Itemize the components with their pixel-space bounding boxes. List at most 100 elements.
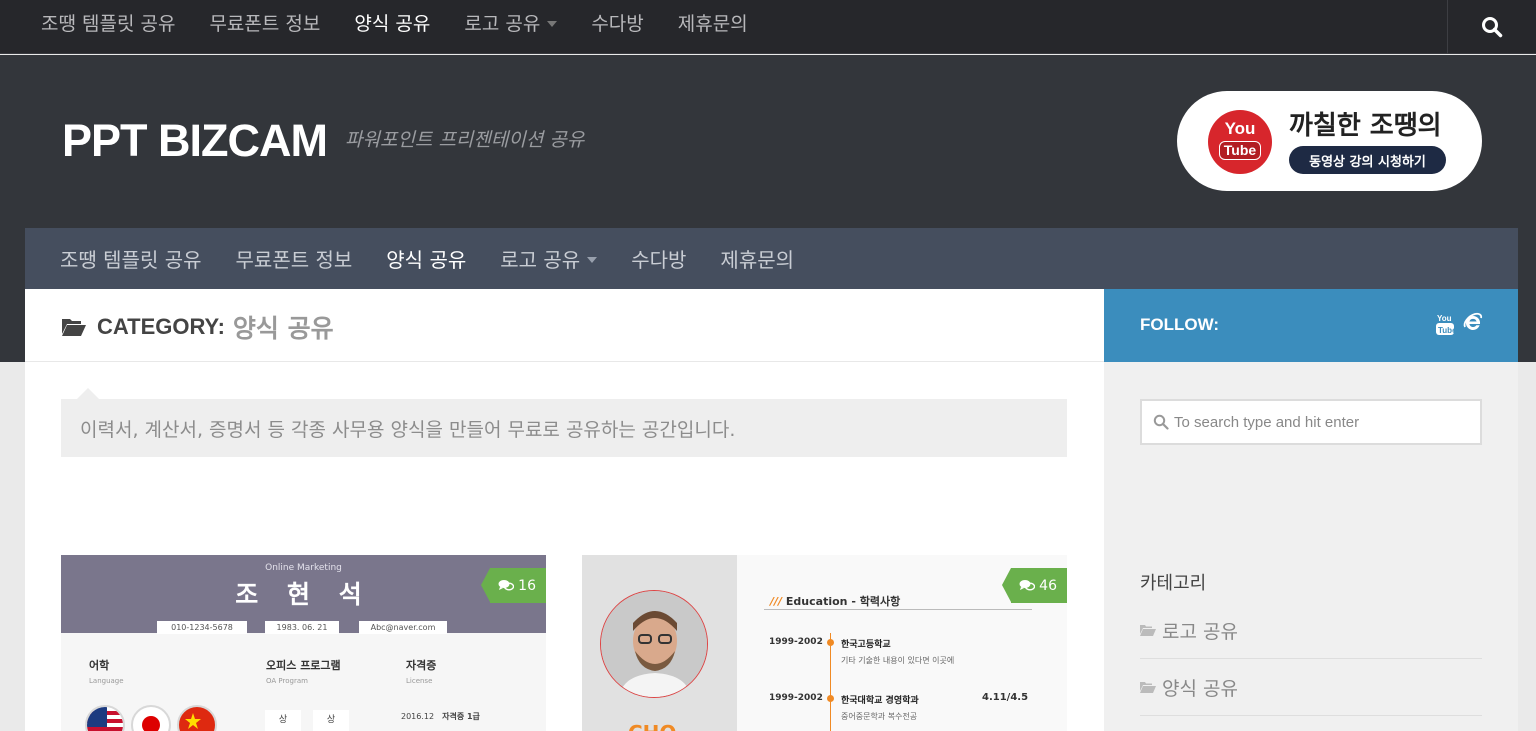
search-icon bbox=[1153, 414, 1169, 430]
resume-name: 조 현 석 bbox=[235, 580, 372, 609]
edu-title: 한국고등학교 bbox=[841, 640, 891, 650]
nav-label: 로고 공유 bbox=[500, 248, 581, 272]
heading-text: Education - 학력사항 bbox=[785, 595, 901, 608]
section-title: 자격증 bbox=[406, 659, 437, 672]
site-tagline: 파워포인트 프리젠테이션 공유 bbox=[345, 129, 585, 151]
folder-open-icon bbox=[1140, 682, 1156, 693]
search-toggle-button[interactable] bbox=[1447, 0, 1536, 54]
internet-explorer-icon[interactable] bbox=[1462, 312, 1484, 334]
section-title: 어학 bbox=[89, 659, 110, 672]
heading-prefix: /// bbox=[770, 595, 783, 608]
main-nav-item-template[interactable]: 조땡 템플릿 공유 bbox=[43, 244, 219, 273]
banner-title: 까칠한 조땡의 bbox=[1289, 111, 1442, 141]
main-nav-item-contact[interactable]: 제휴문의 bbox=[703, 244, 811, 273]
skill-level: 상 bbox=[265, 710, 301, 731]
description-notch bbox=[77, 388, 99, 399]
nav-label: 수다방 bbox=[591, 12, 644, 35]
resume-name: CHO bbox=[628, 721, 676, 731]
nav-label: 제휴문의 bbox=[720, 248, 795, 272]
top-nav: 조땡 템플릿 공유 무료폰트 정보 양식 공유 로고 공유 수다방 제휴문의 bbox=[24, 0, 765, 44]
resume-subtitle: Online Marketing bbox=[265, 563, 342, 573]
site-title[interactable]: PPT BIZCAM bbox=[62, 115, 328, 167]
license-date: 2016.12 bbox=[401, 712, 435, 721]
search-input[interactable] bbox=[1174, 401, 1474, 443]
post-thumbnail[interactable]: CHO /// Education - 학력사항 1999-2002 한국고등학… bbox=[582, 555, 1067, 731]
youtube-banner[interactable]: You Tube 까칠한 조땡의 동영상 강의 시청하기 bbox=[1177, 91, 1482, 191]
section-sub: License bbox=[406, 677, 433, 685]
comment-count-badge[interactable]: 16 bbox=[481, 568, 546, 603]
timeline-dot bbox=[827, 695, 834, 702]
profile-photo bbox=[600, 590, 708, 698]
youtube-logo-text: You bbox=[1224, 119, 1256, 138]
license-row: 2016.12 자격증 1급 bbox=[401, 711, 480, 722]
watch-lecture-button[interactable]: 동영상 강의 시청하기 bbox=[1289, 146, 1446, 174]
comments-icon bbox=[1019, 580, 1036, 591]
search-icon bbox=[1482, 17, 1503, 38]
main-content: CATEGORY: 양식 공유 이력서, 계산서, 증명서 등 각종 사무용 양… bbox=[25, 289, 1104, 731]
top-nav-item-logo[interactable]: 로고 공유 bbox=[447, 9, 574, 36]
category-link-label: 로고 공유 bbox=[1162, 620, 1238, 643]
categories-heading: 카테고리 bbox=[1140, 573, 1207, 594]
resume-section: 어학 Language bbox=[89, 657, 124, 685]
category-link[interactable]: 로고 공유 bbox=[1140, 602, 1482, 659]
follow-bar: FOLLOW: You Tube bbox=[1104, 289, 1518, 362]
edu-years: 1999-2002 bbox=[769, 637, 823, 647]
nav-label: 양식 공유 bbox=[354, 12, 431, 35]
resume-section: 자격증 License bbox=[406, 657, 436, 685]
edu-gpa: 4.11/4.5 bbox=[982, 692, 1029, 703]
main-nav-item-logo[interactable]: 로고 공유 bbox=[483, 244, 614, 273]
nav-label: 무료폰트 정보 bbox=[235, 248, 353, 272]
resume-chip: 010-1234-5678 bbox=[157, 621, 247, 634]
comments-icon bbox=[498, 580, 515, 591]
comment-count: 46 bbox=[1039, 577, 1057, 594]
youtube-logo-text: Tube bbox=[1219, 141, 1261, 160]
main-nav-item-font[interactable]: 무료폰트 정보 bbox=[219, 244, 370, 273]
category-header: CATEGORY: 양식 공유 bbox=[25, 289, 1104, 362]
page-title: CATEGORY: 양식 공유 bbox=[61, 309, 334, 345]
resume-section: 오피스 프로그램 OA Program bbox=[266, 657, 341, 685]
nav-label: 제휴문의 bbox=[677, 12, 748, 35]
category-link[interactable]: 양식 공유 bbox=[1140, 659, 1482, 716]
follow-label: FOLLOW: bbox=[1140, 315, 1219, 334]
comment-count-badge[interactable]: 46 bbox=[1002, 568, 1067, 603]
nav-label: 양식 공유 bbox=[386, 248, 467, 272]
youtube-logo: You Tube bbox=[1208, 110, 1272, 174]
resume-chip: Abc@naver.com bbox=[359, 621, 447, 634]
section-sub: OA Program bbox=[266, 677, 308, 685]
edu-years: 1999-2002 bbox=[769, 693, 823, 703]
nav-label: 수다방 bbox=[631, 248, 687, 272]
top-nav-item-font[interactable]: 무료폰트 정보 bbox=[192, 9, 337, 36]
sidebar-search bbox=[1140, 399, 1482, 445]
post-thumbnail[interactable]: Online Marketing 조 현 석 010-1234-5678 198… bbox=[61, 555, 546, 731]
top-bar: 조땡 템플릿 공유 무료폰트 정보 양식 공유 로고 공유 수다방 제휴문의 bbox=[0, 0, 1536, 54]
edu-desc: 중어중문학과 복수전공 bbox=[841, 712, 918, 721]
main-nav-item-chat[interactable]: 수다방 bbox=[614, 244, 703, 273]
category-description: 이력서, 계산서, 증명서 등 각종 사무용 양식을 만들어 무료로 공유하는 … bbox=[61, 399, 1067, 457]
nav-label: 조땡 템플릿 공유 bbox=[41, 12, 176, 35]
resume-sidebar: CHO bbox=[582, 555, 737, 731]
edu-title: 한국대학교 경영학과 bbox=[841, 696, 919, 706]
category-prefix: CATEGORY: bbox=[97, 314, 225, 339]
main-nav: 조땡 템플릿 공유 무료폰트 정보 양식 공유 로고 공유 수다방 제휴문의 bbox=[25, 228, 1518, 289]
nav-label: 무료폰트 정보 bbox=[209, 12, 321, 35]
us-flag-icon bbox=[85, 705, 125, 731]
top-nav-item-contact[interactable]: 제휴문의 bbox=[661, 9, 765, 36]
category-link-label: 양식 공유 bbox=[1162, 677, 1238, 700]
top-nav-item-forms[interactable]: 양식 공유 bbox=[337, 9, 447, 36]
resume-chip: 1983. 06. 21 bbox=[265, 621, 339, 634]
edu-desc: 기타 기술한 내용이 있다면 이곳에 bbox=[841, 656, 955, 665]
comment-count: 16 bbox=[518, 577, 536, 594]
main-nav-item-forms[interactable]: 양식 공유 bbox=[369, 244, 483, 273]
top-nav-item-chat[interactable]: 수다방 bbox=[574, 9, 660, 36]
education-heading: /// Education - 학력사항 bbox=[770, 593, 900, 609]
timeline-line bbox=[830, 633, 831, 731]
section-title: 오피스 프로그램 bbox=[266, 659, 341, 672]
top-nav-item-template[interactable]: 조땡 템플릿 공유 bbox=[24, 9, 192, 36]
timeline-dot bbox=[827, 639, 834, 646]
youtube-icon[interactable]: You Tube bbox=[1436, 312, 1454, 336]
caret-down-icon bbox=[587, 257, 598, 263]
svg-text:Tube: Tube bbox=[1438, 326, 1454, 335]
nav-label: 로고 공유 bbox=[464, 12, 541, 35]
category-name: 양식 공유 bbox=[232, 314, 334, 343]
japan-flag-icon bbox=[131, 705, 171, 731]
